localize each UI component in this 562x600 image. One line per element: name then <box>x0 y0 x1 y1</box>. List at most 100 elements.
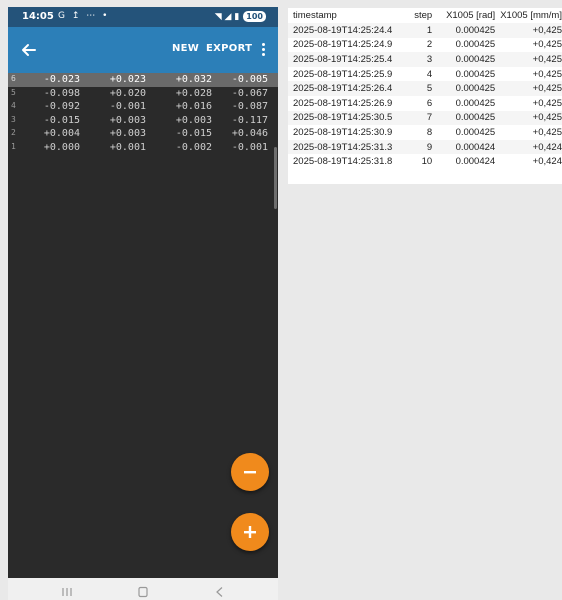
grid-cell: -0.098 <box>43 87 80 99</box>
table-cell: +0,425 <box>532 97 562 109</box>
table-cell: 2025-08-19T14:25:25.4 <box>288 52 402 67</box>
system-nav-bar <box>8 578 278 600</box>
table-row: 2025-08-19T14:25:24.4 1 0.000425 +0,425 <box>288 23 562 38</box>
table-cell: 2025-08-19T14:25:30.9 <box>293 126 393 138</box>
table-cell: 0.000425 <box>455 68 496 80</box>
back-arrow-icon[interactable] <box>18 39 40 61</box>
grid-row[interactable]: 1 +0.000 +0.001 -0.002 -0.001 <box>8 141 278 155</box>
table-cell: 0.000425 <box>455 39 496 51</box>
table-cell: 0.000424 <box>455 156 496 168</box>
system-back-icon[interactable] <box>213 583 227 597</box>
table-cell: 2025-08-19T14:25:31.3 <box>288 139 402 155</box>
table-row: 2025-08-19T14:25:26.4 5 0.000425 +0,425 <box>288 81 562 96</box>
plus-icon <box>244 526 256 538</box>
remove-step-button[interactable] <box>231 453 269 491</box>
table-cell: 2025-08-19T14:25:26.9 <box>293 97 393 109</box>
grid-cell: -0.067 <box>231 87 268 99</box>
battery-icon: 100 <box>243 11 266 22</box>
grid-row[interactable]: 4 -0.092 -0.001 +0.016 -0.087 <box>8 100 278 114</box>
table-row: 2025-08-19T14:25:25.9 4 0.000425 +0,425 <box>288 67 562 82</box>
more-vert-icon[interactable] <box>258 41 268 59</box>
table-cell: 2025-08-19T14:25:30.5 <box>288 110 402 126</box>
grid-cell: +0.003 <box>175 114 212 126</box>
new-button[interactable]: NEW <box>172 43 199 54</box>
grid-cell: -0.015 <box>175 128 212 140</box>
home-icon[interactable] <box>136 583 150 598</box>
minus-icon <box>244 471 256 474</box>
table-cell: +0,425 <box>495 110 562 126</box>
table-cell: +0,425 <box>532 39 562 51</box>
grid-cell: +0.003 <box>109 114 146 126</box>
export-table-panel: timestamp step X1005 [rad] X1005 [mm/m] … <box>288 8 562 184</box>
table-cell: 0.000425 <box>432 23 496 38</box>
table-cell: 5 <box>401 81 433 96</box>
table-row: 2025-08-19T14:25:24.9 2 0.000425 +0,425 <box>288 38 562 53</box>
table-cell: +0,425 <box>532 126 562 138</box>
grid-cell: -0.023 <box>43 74 80 85</box>
grid-cell: -0.001 <box>109 101 146 113</box>
add-step-button[interactable] <box>231 513 269 551</box>
system-icons: ◥ ◢ ▮ 100 <box>215 11 266 22</box>
table-cell: 2025-08-19T14:25:31.8 <box>293 156 393 168</box>
table-cell: 0.000424 <box>432 139 496 155</box>
grid-row[interactable]: 5 -0.098 +0.020 +0.028 -0.067 <box>8 87 278 101</box>
grid-cell: +0.000 <box>43 141 80 153</box>
table-cell: 6 <box>426 97 433 109</box>
table-cell: +0,425 <box>532 68 562 80</box>
table-cell: 7 <box>401 110 433 126</box>
table-cell: 2025-08-19T14:25:24.9 <box>293 39 393 51</box>
grid-cell: +0.016 <box>175 101 212 113</box>
grid-cell: +0.032 <box>175 74 212 85</box>
table-cell: 0.000425 <box>455 97 496 109</box>
grid-cell: +0.023 <box>109 74 146 85</box>
table-cell: 3 <box>401 52 433 67</box>
grid-cell: +0.001 <box>109 141 146 153</box>
row-index: 5 <box>11 87 16 97</box>
measurement-grid: 6 -0.023 +0.023 +0.032 -0.005 5 -0.098 +0.020 +0… <box>8 73 278 155</box>
grid-row[interactable]: 3 -0.015 +0.003 +0.003 -0.117 <box>8 114 278 128</box>
header-timestamp: timestamp <box>293 10 337 21</box>
signal-icons: ◥ ◢ ▮ <box>214 11 240 22</box>
grid-cell: +0.028 <box>175 87 212 99</box>
table-cell: 0.000425 <box>432 110 496 126</box>
table-row: 2025-08-19T14:25:31.8 10 0.000424 +0,424 <box>288 154 562 169</box>
grid-row[interactable]: 6 -0.023 +0.023 +0.032 -0.005 <box>8 73 278 87</box>
grid-cell: -0.092 <box>43 101 80 113</box>
table-cell: 2025-08-19T14:25:26.4 <box>288 81 402 96</box>
grid-row[interactable]: 2 +0.004 +0.003 -0.015 +0.046 <box>8 127 278 141</box>
row-index: 6 <box>11 74 16 83</box>
grid-cell: -0.001 <box>231 141 268 153</box>
grid-cell: +0.046 <box>231 128 268 140</box>
header-mm: X1005 [mm/m] <box>500 10 562 21</box>
row-index: 2 <box>11 128 16 138</box>
grid-cell: -0.117 <box>231 114 268 126</box>
phone-screen: 14:05 G ↥ ⋯ • ◥ ◢ ▮ 100 NEW EXPORT 6 -0.0… <box>8 7 278 600</box>
table-row: 2025-08-19T14:25:31.3 9 0.000424 +0,424 <box>288 139 562 155</box>
notification-icons: G ↥ ⋯ • <box>58 11 110 21</box>
table-cell: +0,424 <box>495 139 562 155</box>
grid-cell: +0.020 <box>109 87 146 99</box>
status-bar: 14:05 G ↥ ⋯ • ◥ ◢ ▮ 100 <box>8 7 278 27</box>
scrollbar[interactable] <box>274 147 277 209</box>
table-row: 2025-08-19T14:25:26.9 6 0.000425 +0,425 <box>288 96 562 111</box>
table-cell: 2 <box>426 39 433 51</box>
table-row: 2025-08-19T14:25:25.4 3 0.000425 +0,425 <box>288 52 562 67</box>
export-button[interactable]: EXPORT <box>206 43 252 54</box>
grid-cell: +0.004 <box>43 128 80 140</box>
table-cell: +0,425 <box>495 23 562 38</box>
header-step: step <box>414 10 433 21</box>
status-time: 14:05 <box>22 11 54 22</box>
app-bar: NEW EXPORT <box>8 27 278 73</box>
table-cell: 8 <box>426 126 433 138</box>
table-cell: 2025-08-19T14:25:25.9 <box>293 68 393 80</box>
grid-cell: -0.005 <box>231 74 268 85</box>
table-cell: +0,425 <box>495 52 562 67</box>
recent-apps-icon[interactable] <box>60 583 74 596</box>
table-cell: 10 <box>421 156 433 168</box>
table-cell: 4 <box>426 68 433 80</box>
table-header-row: timestamp step X1005 [rad] X1005 [mm/m] <box>288 8 562 23</box>
table-cell: 2025-08-19T14:25:24.4 <box>288 23 402 38</box>
table-cell: 0.000425 <box>432 81 496 96</box>
header-rad: X1005 [rad] <box>446 10 496 21</box>
row-index: 1 <box>11 141 16 151</box>
